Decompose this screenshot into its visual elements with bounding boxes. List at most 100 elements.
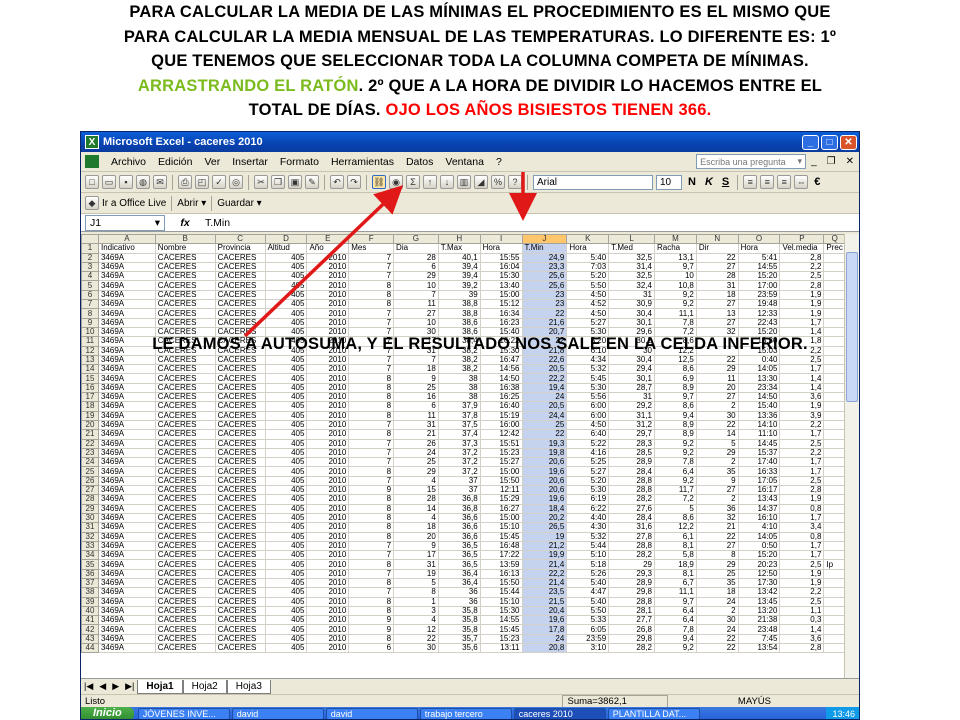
cell[interactable]: 20,6 xyxy=(521,457,568,468)
cell[interactable]: 12 xyxy=(393,624,439,635)
cell[interactable] xyxy=(823,261,846,273)
cell[interactable]: CÁCERES xyxy=(154,382,216,394)
row-header[interactable]: 2 xyxy=(81,252,99,263)
cell[interactable]: 12:11 xyxy=(479,484,523,496)
row-header[interactable]: 27 xyxy=(81,484,99,496)
cell[interactable]: 3469A xyxy=(97,252,156,263)
cell[interactable]: CÁCERES xyxy=(154,550,216,561)
cell[interactable]: 19,6 xyxy=(521,466,568,477)
cell[interactable]: 29 xyxy=(695,559,739,570)
cell[interactable]: 36,5 xyxy=(437,550,481,561)
cell[interactable]: 2010 xyxy=(306,261,350,273)
cell[interactable] xyxy=(823,475,846,487)
cell[interactable]: 4:50 xyxy=(566,289,610,301)
cell[interactable]: CÁCERES xyxy=(154,419,216,431)
column-header[interactable]: H xyxy=(437,234,481,245)
cell[interactable]: 3469A xyxy=(97,364,156,375)
menu-formato[interactable]: Formato xyxy=(274,156,325,168)
cell[interactable]: 30,4 xyxy=(608,354,655,366)
column-header[interactable]: O xyxy=(737,234,781,245)
cell[interactable]: CÁCERES xyxy=(154,587,216,598)
cell[interactable]: 1,7 xyxy=(779,364,825,375)
cell[interactable]: Racha xyxy=(653,243,697,254)
cell[interactable]: 3469A xyxy=(97,475,156,487)
row-header[interactable]: 15 xyxy=(81,373,99,384)
cell[interactable]: 27 xyxy=(695,317,739,328)
cell[interactable]: 14:05 xyxy=(737,531,781,542)
cell[interactable]: 405 xyxy=(264,531,308,542)
cell[interactable]: 36,4 xyxy=(437,568,481,580)
cell[interactable]: 31 xyxy=(608,392,655,403)
ask-question-input[interactable]: Escriba una pregunta ▾ xyxy=(696,154,807,169)
cell[interactable] xyxy=(823,577,846,589)
cell[interactable]: 3469A xyxy=(97,419,156,431)
row-header[interactable]: 6 xyxy=(81,289,99,301)
cell[interactable]: 37,3 xyxy=(437,438,481,449)
cell[interactable]: 8 xyxy=(348,401,395,412)
cell[interactable]: 37 xyxy=(437,475,481,487)
cell[interactable]: CÁCERES xyxy=(214,475,266,487)
cell[interactable]: 1,7 xyxy=(779,466,825,477)
cell[interactable]: 2010 xyxy=(306,289,350,301)
cell[interactable]: CÁCERES xyxy=(154,466,216,477)
cell[interactable]: 2,8 xyxy=(779,484,825,496)
cell[interactable]: 15:51 xyxy=(479,438,523,449)
cell[interactable]: 5:32 xyxy=(566,531,610,542)
cell[interactable]: 32,5 xyxy=(608,271,655,282)
cell[interactable]: CÁCERES xyxy=(154,354,216,366)
cell[interactable]: Indicativo xyxy=(97,243,156,254)
italic-button[interactable]: K xyxy=(702,176,716,188)
cell[interactable]: 9 xyxy=(393,540,439,552)
cell[interactable]: 38,2 xyxy=(437,354,481,366)
row-header[interactable]: 32 xyxy=(81,531,99,542)
task-item[interactable]: trabajo tercero xyxy=(419,708,512,719)
cell[interactable]: 3469A xyxy=(97,540,156,552)
cell[interactable]: 11:10 xyxy=(737,429,781,440)
chart-wizard-icon[interactable]: ▥ xyxy=(457,175,471,189)
cell[interactable]: CÁCERES xyxy=(154,531,216,542)
cell[interactable]: 30 xyxy=(695,410,739,421)
column-header[interactable]: I xyxy=(479,234,523,245)
row-header[interactable]: 14 xyxy=(81,364,99,375)
cell[interactable]: CÁCERES xyxy=(214,577,266,589)
cell[interactable]: Año xyxy=(306,243,350,254)
cell[interactable]: 8 xyxy=(348,429,395,440)
cell[interactable]: 16:47 xyxy=(479,354,523,366)
cell[interactable]: 8 xyxy=(348,577,395,589)
cell[interactable]: 28,9 xyxy=(608,577,655,589)
cell[interactable]: 38,2 xyxy=(437,364,481,375)
cell[interactable]: 2,5 xyxy=(779,596,825,607)
cell[interactable]: 21,6 xyxy=(521,317,568,328)
cell[interactable]: 2010 xyxy=(306,568,350,580)
cell[interactable]: 8,1 xyxy=(653,568,697,580)
cell[interactable]: 6:00 xyxy=(566,410,610,421)
cell[interactable]: 28 xyxy=(393,494,439,505)
cell[interactable]: 21 xyxy=(695,522,739,533)
cell[interactable]: CÁCERES xyxy=(154,447,216,459)
cell[interactable]: 0:40 xyxy=(737,354,781,366)
cell[interactable] xyxy=(823,271,846,282)
cell[interactable]: 14:50 xyxy=(737,392,781,403)
cell[interactable]: 15:29 xyxy=(479,494,523,505)
cell[interactable]: 27 xyxy=(393,308,439,319)
cell[interactable]: 2,2 xyxy=(779,447,825,459)
cell[interactable]: 7 xyxy=(348,364,395,375)
cell[interactable]: 1,7 xyxy=(779,429,825,440)
cell[interactable]: 36,6 xyxy=(437,512,481,524)
cell[interactable]: 9,7 xyxy=(653,392,697,403)
cell[interactable]: T.Min xyxy=(521,243,568,254)
cell[interactable]: 5 xyxy=(695,438,739,449)
cell[interactable]: 2010 xyxy=(306,633,350,645)
row-header[interactable]: 7 xyxy=(81,299,99,310)
cell[interactable]: CÁCERES xyxy=(154,484,216,496)
cell[interactable]: 6:40 xyxy=(566,429,610,440)
cell[interactable] xyxy=(823,401,846,412)
cell[interactable]: 2,2 xyxy=(779,261,825,273)
cell[interactable]: 5:20 xyxy=(566,475,610,487)
copy-icon[interactable]: ❐ xyxy=(271,175,285,189)
cell[interactable]: 6:00 xyxy=(566,401,610,412)
column-header[interactable]: B xyxy=(154,234,216,245)
cell[interactable]: 22 xyxy=(521,308,568,319)
cell[interactable]: 30 xyxy=(695,615,739,626)
cell[interactable] xyxy=(823,252,846,263)
